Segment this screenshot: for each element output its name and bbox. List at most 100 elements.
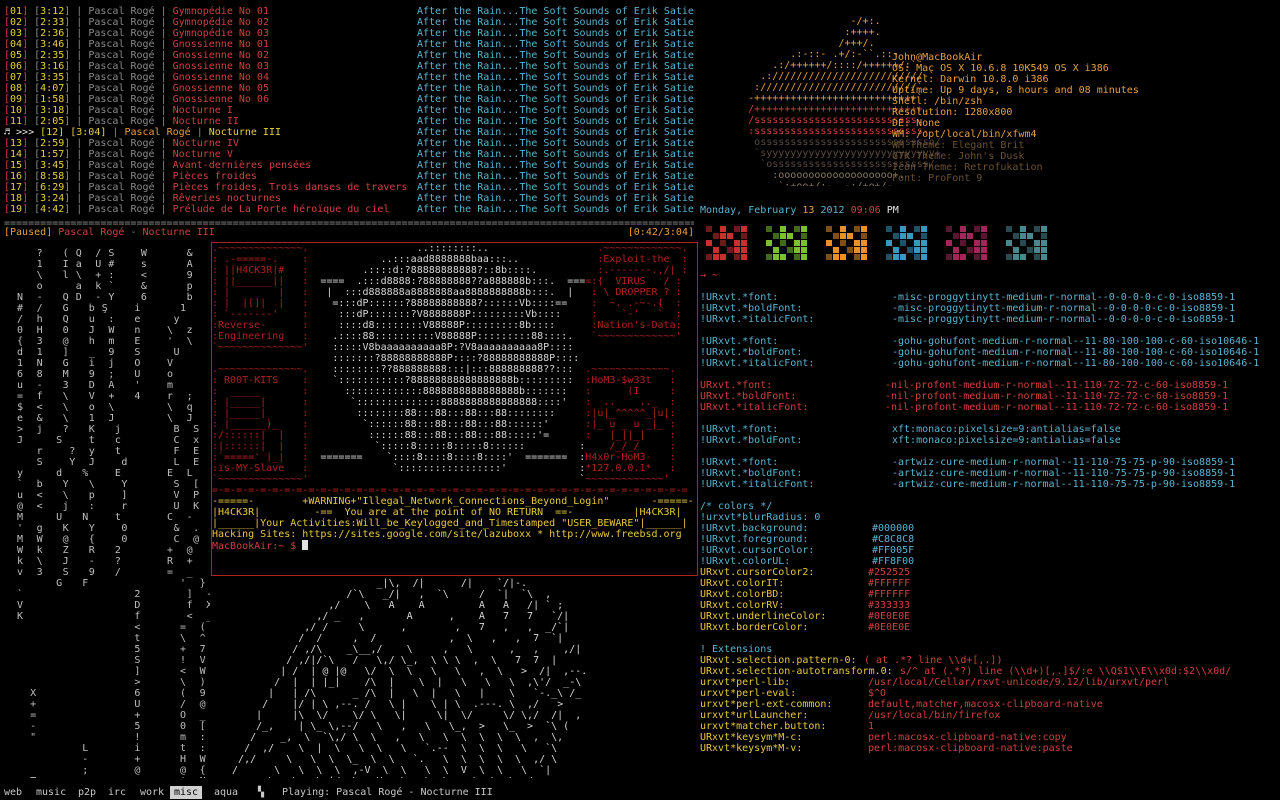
matrix-line: = + O _ \ 3 — [30, 710, 207, 721]
track-album: After the Rain...The Soft Sounds of Erik… — [417, 171, 694, 182]
matrix-line: = f \ V + 4 r ; } \ / — [17, 391, 194, 402]
xresource-line: urxvt*perl-lib: /usr/local/Cellar/rxvt-un… — [700, 677, 1275, 688]
track-time: [3:18] — [28, 105, 71, 116]
workspace-tag-irc[interactable]: irc — [104, 786, 130, 799]
banner-shell-prompt[interactable]: MacBookAir:~ $ — [212, 540, 697, 552]
track-title: Pièces froides, Trois danses de travers — [172, 182, 408, 193]
banner-keylogged: |______|Your Activities:Will_be_Keylogge… — [212, 518, 688, 529]
track-number: [11] — [4, 116, 29, 127]
matrix-line: ? ( Q / S W & > m — [36, 248, 194, 259]
playlist-row[interactable]: [11] [2:05] | Pascal Rogé | Nocturne II A… — [4, 116, 694, 127]
resource-value: -artwiz-cure-medium-r-normal--11-110-75-… — [892, 468, 1236, 479]
track-artist: Pascal Rogé — [88, 83, 155, 94]
xresource-line: !URxvt.*italicFont: -misc-proggytinytt-me… — [700, 314, 1275, 325]
logo-line: -+++++++++++++++++++++++++++` — [700, 93, 923, 104]
xresource-line — [700, 413, 1275, 424]
resource-value: -misc-proggytinytt-medium-r-normal--0-0-… — [892, 292, 1236, 303]
xresource-line: urxvt*perl-ext-common: default,matcher,ma… — [700, 699, 1275, 710]
current-marker: ♬ >>> — [4, 127, 41, 138]
tiled-layout-icon[interactable]: ▚ — [258, 786, 264, 799]
matrix-rain: ? ( Q / S W & > m 1 I a U # s A . 4 \ l … — [4, 248, 210, 778]
xresource-line: !URxvt.*boldFont: xft:monaco:pixelsize=9:… — [700, 435, 1275, 446]
playlist-row[interactable]: [01] [3:12] | Pascal Rogé | Gymnopédie N… — [4, 6, 694, 17]
resource-key: !URxvt.*font: — [700, 457, 779, 468]
track-time: [3:35] — [28, 72, 71, 83]
resource-key: !URxvt.*italicFont: — [700, 314, 815, 325]
matrix-line: u - 3 D A ' m 0 6 - — [17, 380, 174, 391]
playlist[interactable]: [01] [3:12] | Pascal Rogé | Gymnopédie N… — [4, 6, 694, 218]
playlist-row[interactable]: [17] [6:29] | Pascal Rogé | Pièces froid… — [4, 182, 694, 193]
workspace-tag-misc[interactable]: misc — [170, 786, 203, 799]
playlist-row[interactable]: [08] [4:07] | Pascal Rogé | Gnossienne N… — [4, 83, 694, 94]
resource-key: URxvt.*font: — [700, 380, 773, 391]
playlist-row[interactable]: [15] [3:45] | Pascal Rogé | Avant-derniè… — [4, 160, 694, 171]
matrix-line: e & \ 1 J \ J } t V — [17, 413, 194, 424]
playlist-row[interactable]: [05] [2:35] | Pascal Rogé | Gnossienne N… — [4, 50, 694, 61]
color-swatch — [1006, 226, 1048, 260]
track-album: After the Rain...The Soft Sounds of Erik… — [417, 17, 694, 28]
matrix-line: L i t : I a M — [82, 743, 207, 754]
xresource-line: !URxvt.*font: -misc-proggytinytt-medium-r… — [700, 292, 1275, 303]
resource-key: !URxvt.*font: — [700, 424, 779, 435]
resource-key: /* colors */ — [700, 501, 773, 512]
playlist-row[interactable]: [02] [2:33] | Pascal Rogé | Gymnopédie N… — [4, 17, 694, 28]
workspace-tag-aqua[interactable]: aqua — [210, 786, 242, 799]
playlist-row[interactable]: [18] [3:24] | Pascal Rogé | Rêveries noc… — [4, 193, 694, 204]
workspace-tag-music[interactable]: music — [32, 786, 70, 799]
matrix-line: G F ' } X t Z — [56, 578, 207, 589]
shell-prompt[interactable]: → ~ — [700, 270, 800, 282]
resource-key: URxvt.borderColor: — [700, 622, 809, 633]
banner-line: : | | : | :::d888888a8888888aa8888888888… — [212, 287, 682, 298]
banner-line: : _____ : :::::::::::::8888888888888888b… — [212, 386, 676, 397]
matrix-line: \ l \ + : < 9 C 5 — [36, 270, 194, 281]
track-title: Gnossienne No 03 — [172, 61, 269, 72]
track-artist: Pascal Rogé — [88, 61, 155, 72]
workspace-tag-p2p[interactable]: p2p — [74, 786, 100, 799]
resource-value: #252525 — [868, 567, 911, 578]
uptime: Uptime: Up 9 days, 8 hours and 08 minute… — [892, 85, 1139, 96]
xresource-line — [700, 446, 1275, 457]
workspace-tag-work[interactable]: work — [136, 786, 168, 799]
playlist-row[interactable]: [10] [3:18] | Pascal Rogé | Nocturne I Af… — [4, 105, 694, 116]
date-line: Monday, February 13 2012 09:06 PM — [700, 205, 1270, 217]
track-number: [01] — [4, 6, 29, 17]
banner-line: : .-=====-. : ..:::aad8888888baa:::.. :E… — [212, 254, 688, 265]
banner-no-return: |H4CK3R| -== You are at the point of NO … — [212, 507, 682, 518]
playlist-row[interactable]: ♬ >>> [12] [3:04] | Pascal Rogé | Noctur… — [4, 127, 694, 138]
matrix-line: ] < W \ ] — [134, 666, 207, 677]
time: 09:06 — [850, 205, 881, 216]
resource-key: !URxvt.background: — [700, 523, 809, 534]
track-artist: Pascal Rogé — [88, 94, 155, 105]
logo-line: /++++++++++++++++++++++++++++. — [700, 104, 929, 115]
xresources-listing: !URxvt.*font: -misc-proggytinytt-medium-r… — [700, 292, 1275, 778]
resource-value: -gohu-gohufont-medium-r-normal--11-80-10… — [892, 347, 1260, 358]
playlist-row[interactable]: [16] [8:58] | Pascal Rogé | Pièces froid… — [4, 171, 694, 182]
xresource-line: /* colors */ — [700, 501, 1275, 512]
playlist-row[interactable]: [19] [4:42] | Pascal Rogé | Prélude de L… — [4, 204, 694, 215]
resource-key: !URxvt.foreground: — [700, 534, 809, 545]
kernel: Kernel: Darwin 10.8.0 i386 — [892, 74, 1049, 85]
matrix-line: X 6 ( 9 H K { — [30, 688, 207, 699]
track-artist: Pascal Rogé — [88, 182, 155, 193]
font-info: Font: ProFont 9 — [892, 173, 983, 184]
now-playing-artist: Pascal Rogé — [58, 227, 125, 238]
host: John@MacBookAir — [892, 52, 983, 63]
playlist-row[interactable]: [03] [2:36] | Pascal Rogé | Gymnopédie N… — [4, 28, 694, 39]
ascii-line: ,/ / \ , , 7 , , _/`| — [220, 622, 570, 633]
xresource-line: urxvt*urlLauncher: /usr/local/bin/firefox — [700, 710, 1275, 721]
playlist-row[interactable]: [14] [1:57] | Pascal Rogé | Nocturne V Af… — [4, 149, 694, 160]
playlist-row[interactable]: [04] [3:46] | Pascal Rogé | Gnossienne N… — [4, 39, 694, 50]
banner-terminal[interactable]: .~~~~~~~~~~~~~~. ..::::::::.. .~~~~~~~~~… — [211, 242, 698, 576]
logo-line: /+++/. — [700, 38, 875, 49]
now-playing-bar: [Paused] Pascal Rogé - Nocturne III [0:4… — [4, 227, 694, 238]
workspace-tag-web[interactable]: web — [0, 786, 26, 799]
track-album: After the Rain...The Soft Sounds of Erik… — [417, 83, 694, 94]
playlist-row[interactable]: [13] [2:59] | Pascal Rogé | Nocturne IV A… — [4, 138, 694, 149]
track-number: [10] — [4, 105, 29, 116]
track-artist: Pascal Rogé — [88, 105, 155, 116]
playlist-row[interactable]: [09] [1:58] | Pascal Rogé | Gnossienne N… — [4, 94, 694, 105]
playlist-row[interactable]: [07] [3:35] | Pascal Rogé | Gnossienne N… — [4, 72, 694, 83]
playlist-row[interactable]: [06] [3:16] | Pascal Rogé | Gnossienne N… — [4, 61, 694, 72]
matrix-line: > j ? K j B S ( ! I — [17, 424, 200, 435]
track-title: Nocturne III — [208, 127, 281, 138]
